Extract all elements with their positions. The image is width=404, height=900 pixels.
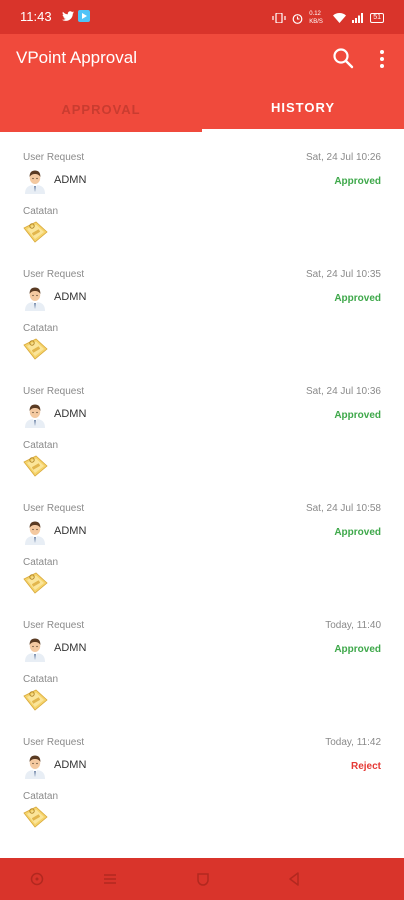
note-icon[interactable] xyxy=(23,337,48,361)
list-item[interactable]: User Request Today, 11:42 ADMN Reject Ca… xyxy=(0,717,404,834)
request-label: User Request xyxy=(23,737,85,748)
more-options-icon[interactable] xyxy=(378,48,386,70)
user-name: ADMN xyxy=(54,174,87,186)
screenshot-circle-icon[interactable] xyxy=(29,871,45,887)
back-icon[interactable] xyxy=(286,871,302,887)
vibrate-icon xyxy=(272,13,286,23)
note-label: Catatan xyxy=(23,440,59,451)
system-icons: 0.12 KB/S 51 xyxy=(272,10,384,26)
note-label: Catatan xyxy=(23,674,59,685)
note-icon[interactable] xyxy=(23,688,48,712)
user-name: ADMN xyxy=(54,525,87,537)
twitter-icon xyxy=(62,10,74,21)
user-avatar-icon xyxy=(23,753,47,779)
request-label: User Request xyxy=(23,620,85,631)
note-label: Catatan xyxy=(23,206,59,217)
request-label: User Request xyxy=(23,386,85,397)
status-badge: Approved xyxy=(334,176,381,187)
user-avatar-icon xyxy=(23,402,47,428)
status-badge: Approved xyxy=(334,644,381,655)
note-icon[interactable] xyxy=(23,571,48,595)
note-label: Catatan xyxy=(23,557,59,568)
tab-approval[interactable]: APPROVAL xyxy=(0,86,202,132)
request-date: Sat, 24 Jul 10:36 xyxy=(305,386,381,397)
user-name: ADMN xyxy=(54,759,87,771)
network-speed: 0.12 KB/S xyxy=(309,11,323,25)
request-label: User Request xyxy=(23,503,85,514)
home-icon[interactable] xyxy=(195,871,211,887)
note-icon[interactable] xyxy=(23,220,48,244)
status-bar: 11:43 0.12 KB/S 51 xyxy=(0,0,404,34)
status-badge: Approved xyxy=(334,410,381,421)
notification-icons xyxy=(62,10,90,22)
search-icon[interactable] xyxy=(332,47,354,69)
request-label: User Request xyxy=(23,152,85,163)
status-badge: Reject xyxy=(350,761,381,772)
note-icon[interactable] xyxy=(23,454,48,478)
request-date: Sat, 24 Jul 10:58 xyxy=(305,503,381,514)
list-item[interactable]: User Request Sat, 24 Jul 10:26 ADMN Appr… xyxy=(0,132,404,249)
system-nav-bar xyxy=(0,858,404,900)
status-badge: Approved xyxy=(334,527,381,538)
app-notification-icon xyxy=(78,10,90,22)
battery-level: 51 xyxy=(373,14,381,21)
request-date: Today, 11:40 xyxy=(325,620,381,631)
user-avatar-icon xyxy=(23,285,47,311)
app-bar: VPoint Approval xyxy=(0,34,404,86)
user-name: ADMN xyxy=(54,642,87,654)
list-item[interactable]: User Request Sat, 24 Jul 10:36 ADMN Appr… xyxy=(0,366,404,483)
user-avatar-icon xyxy=(23,636,47,662)
note-icon[interactable] xyxy=(23,805,48,829)
request-date: Sat, 24 Jul 10:35 xyxy=(305,269,381,280)
user-name: ADMN xyxy=(54,408,87,420)
wifi-icon xyxy=(333,13,347,23)
history-list: User Request Sat, 24 Jul 10:26 ADMN Appr… xyxy=(0,132,404,858)
list-item[interactable]: User Request Today, 11:40 ADMN Approved … xyxy=(0,600,404,717)
list-item[interactable]: User Request Sat, 24 Jul 10:58 ADMN Appr… xyxy=(0,483,404,600)
user-avatar-icon xyxy=(23,519,47,545)
alarm-icon xyxy=(292,13,303,24)
status-time: 11:43 xyxy=(20,9,52,24)
user-avatar-icon xyxy=(23,168,47,194)
user-name: ADMN xyxy=(54,291,87,303)
request-label: User Request xyxy=(23,269,85,280)
tab-history[interactable]: HISTORY xyxy=(202,86,404,132)
note-label: Catatan xyxy=(23,323,59,334)
menu-icon[interactable] xyxy=(102,871,118,887)
signal-icon xyxy=(352,13,364,23)
request-date: Today, 11:42 xyxy=(325,737,381,748)
request-date: Sat, 24 Jul 10:26 xyxy=(305,152,381,163)
tab-bar: APPROVAL HISTORY xyxy=(0,86,404,132)
list-item[interactable]: User Request Sat, 24 Jul 10:35 ADMN Appr… xyxy=(0,249,404,366)
app-title: VPoint Approval xyxy=(16,48,137,67)
status-badge: Approved xyxy=(334,293,381,304)
note-label: Catatan xyxy=(23,791,59,802)
battery-icon: 51 xyxy=(370,13,384,23)
